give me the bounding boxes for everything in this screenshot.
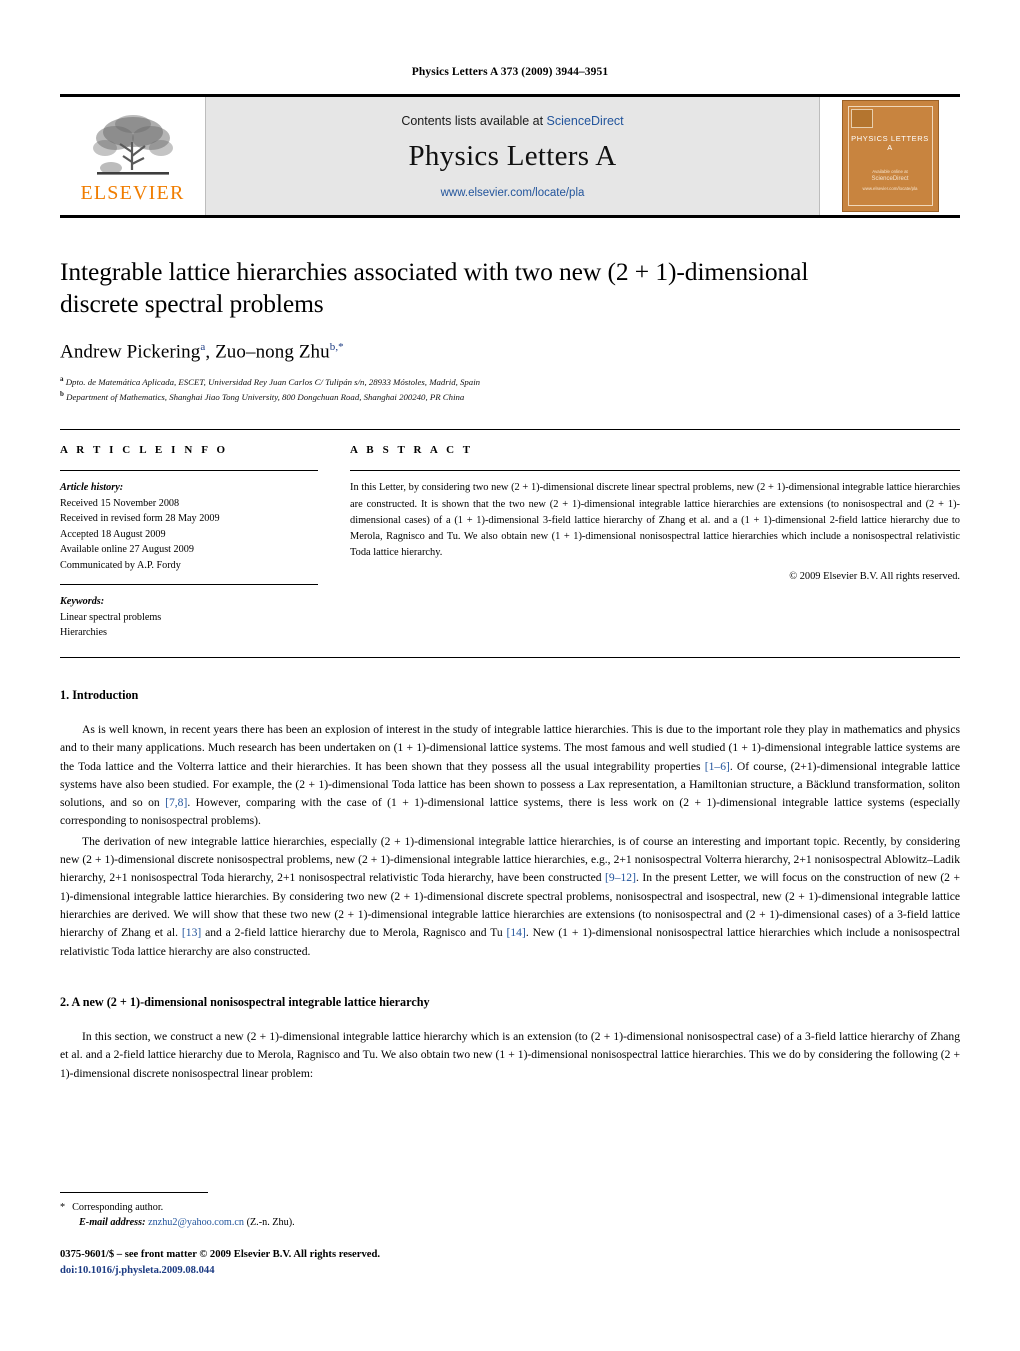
paragraph-intro-1: As is well known, in recent years there … — [60, 721, 960, 831]
section-heading-introduction: 1. Introduction — [60, 687, 139, 702]
email-line: E-mail address: znzhu2@yahoo.com.cn (Z.-… — [60, 1215, 960, 1231]
abstract-rule — [350, 470, 960, 472]
article-info-heading: A R T I C L E I N F O — [60, 444, 229, 457]
affiliation-text-b: Department of Mathematics, Shanghai Jiao… — [66, 391, 465, 402]
history-item-2: Accepted 18 August 2009 — [60, 528, 166, 540]
history-item-1: Received in revised form 28 May 2009 — [60, 513, 220, 525]
cover-inner-frame: PHYSICS LETTERS A Available online at Sc… — [847, 106, 933, 206]
cover-foot-line-2: ScienceDirect — [871, 176, 909, 183]
journal-cover-thumbnail: PHYSICS LETTERS A Available online at Sc… — [820, 97, 960, 215]
author-separator: , — [205, 341, 216, 363]
journal-title: Physics Letters A — [408, 139, 617, 172]
citation-link[interactable]: [9–12] — [605, 871, 636, 884]
asterisk-icon: * — [60, 1201, 66, 1213]
keywords-block: Keywords: Linear spectral problems Hiera… — [60, 594, 318, 641]
abstract-copyright: © 2009 Elsevier B.V. All rights reserved… — [789, 570, 960, 582]
abstract-column: A B S T R A C T In this Letter, by consi… — [350, 444, 960, 641]
elsevier-logo: ELSEVIER — [60, 97, 205, 215]
author-marker-1[interactable]: b,* — [330, 341, 344, 353]
affiliation-marker-a: a — [60, 375, 64, 384]
email-attribution: (Z.-n. Zhu). — [246, 1217, 295, 1229]
author-name-1: Zuo–nong Zhu — [215, 341, 330, 363]
citation-link[interactable]: [1–6] — [705, 760, 730, 773]
cover-foot-line-3: www.elsevier.com/locate/pla — [862, 185, 918, 191]
contents-prefix: Contents lists available at — [401, 113, 547, 128]
history-item-0: Received 15 November 2008 — [60, 497, 180, 509]
article-info-rule — [60, 470, 318, 472]
corresponding-author-line: * Corresponding author. — [60, 1200, 960, 1216]
affiliation-list: a Dpto. de Matemática Aplicada, ESCET, U… — [60, 374, 960, 403]
history-item-3: Available online 27 August 2009 — [60, 544, 194, 556]
cover-journal-title: PHYSICS LETTERS A — [851, 134, 929, 152]
email-label: E-mail address: — [79, 1217, 146, 1229]
journal-masthead: ELSEVIER Contents lists available at Sci… — [60, 94, 960, 215]
page-title: Integrable lattice hierarchies associate… — [60, 257, 809, 319]
footnote-rule — [60, 1191, 208, 1193]
abstract-bottom-rule — [60, 656, 960, 658]
history-item-4: Communicated by A.P. Fordy — [60, 559, 181, 571]
paragraph-intro-2: The derivation of new integrable lattice… — [60, 833, 960, 961]
author-name-0: Andrew Pickering — [60, 341, 201, 363]
cover-elsevier-badge-icon — [850, 109, 873, 128]
affiliation-a: a Dpto. de Matemática Aplicada, ESCET, U… — [60, 374, 960, 389]
keyword-0: Linear spectral problems — [60, 611, 162, 623]
corresponding-author-note: * Corresponding author. E-mail address: z… — [60, 1200, 960, 1232]
cover-image: PHYSICS LETTERS A Available online at Sc… — [841, 100, 939, 212]
masthead-bottom-rule — [60, 215, 960, 218]
masthead-center: Contents lists available at ScienceDirec… — [205, 97, 820, 215]
article-history: Article history: Received 15 November 20… — [60, 480, 318, 573]
article-info-column: A R T I C L E I N F O Article history: R… — [60, 444, 318, 641]
journal-homepage-link[interactable]: www.elsevier.com/locate/pla — [441, 187, 585, 199]
affiliation-text-a: Dpto. de Matemática Aplicada, ESCET, Uni… — [65, 377, 481, 387]
article-history-label: Article history: — [60, 482, 124, 494]
abstract-text: In this Letter, by considering two new (… — [350, 482, 960, 559]
citation-link[interactable]: [14] — [507, 926, 526, 939]
paragraph-section2-1: In this section, we construct a new (2 +… — [60, 1028, 960, 1083]
cover-footer-text: Available online at ScienceDirect www.el… — [849, 168, 932, 192]
elsevier-wordmark: ELSEVIER — [80, 181, 185, 204]
contents-available-line: Contents lists available at ScienceDirec… — [401, 114, 623, 128]
paragraph-text: In this section, we construct a new (2 +… — [60, 1029, 960, 1080]
imprint-block: 0375-9601/$ – see front matter © 2009 El… — [60, 1247, 960, 1279]
author-list: Andrew Pickeringa, Zuo–nong Zhub,* — [60, 341, 960, 363]
keyword-1: Hierarchies — [60, 627, 107, 639]
article-page: Physics Letters A 373 (2009) 3944–3951 E… — [0, 0, 1020, 1351]
abstract-heading: A B S T R A C T — [350, 444, 474, 457]
paragraph-text: . However, comparing with the case of (1… — [60, 796, 960, 828]
citation-link[interactable]: [13] — [182, 926, 201, 939]
elsevier-tree-icon — [92, 114, 173, 175]
citation-link[interactable]: [7,8] — [165, 796, 187, 809]
cover-foot-line-1: Available online at — [872, 169, 908, 175]
running-head: Physics Letters A 373 (2009) 3944–3951 — [411, 66, 609, 78]
paragraph-text: and a 2-field lattice hierarchy due to M… — [201, 926, 507, 940]
doi-link[interactable]: doi:10.1016/j.physleta.2009.08.044 — [60, 1263, 960, 1279]
section-heading-two: 2. A new (2 + 1)-dimensional nonisospect… — [60, 994, 430, 1009]
affiliation-b: b Department of Mathematics, Shanghai Ji… — [60, 389, 960, 404]
info-abstract-block: A R T I C L E I N F O Article history: R… — [60, 429, 960, 641]
corresponding-author-text: Corresponding author. — [72, 1201, 164, 1213]
issn-front-matter: 0375-9601/$ – see front matter © 2009 El… — [60, 1249, 380, 1261]
page-footer: * Corresponding author. E-mail address: z… — [60, 1191, 960, 1279]
keywords-rule — [60, 584, 318, 586]
affiliation-marker-b: b — [60, 389, 64, 398]
sciencedirect-link[interactable]: ScienceDirect — [547, 114, 624, 128]
email-link[interactable]: znzhu2@yahoo.com.cn — [148, 1217, 244, 1228]
keywords-label: Keywords: — [60, 596, 105, 608]
article-body: 1. Introduction As is well known, in rec… — [60, 688, 960, 1083]
